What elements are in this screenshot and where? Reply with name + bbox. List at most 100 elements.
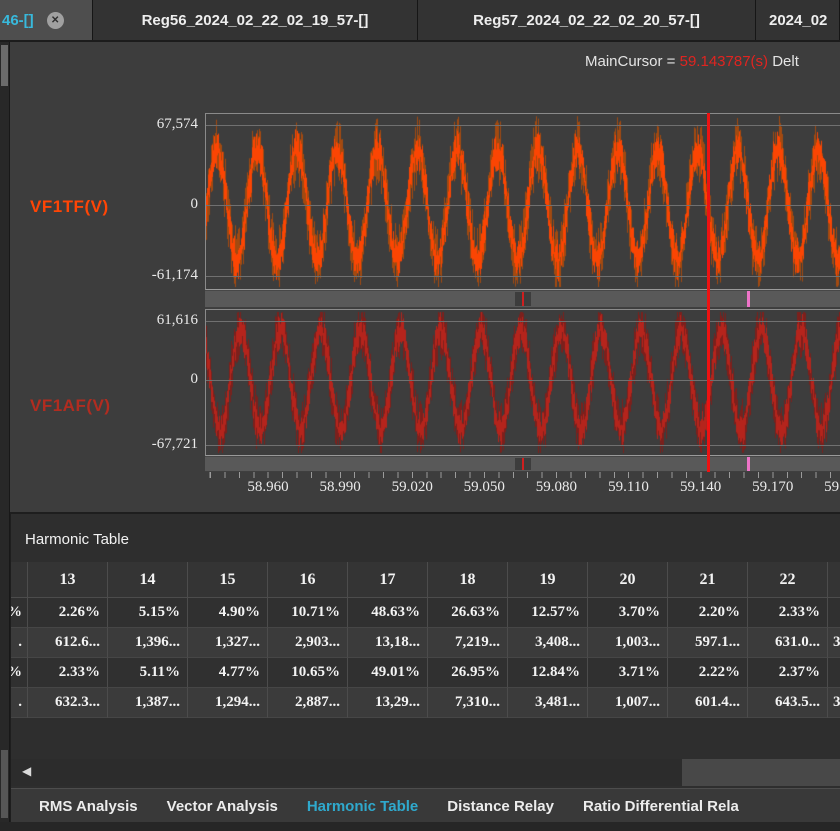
- file-tab-2[interactable]: Reg56_2024_02_22_02_19_57-[]: [93, 0, 418, 40]
- y-axis-label: 0: [118, 371, 198, 388]
- table-cell[interactable]: 12.57%: [508, 598, 588, 628]
- main-cursor-line[interactable]: [707, 113, 710, 472]
- table-cell-clipped[interactable]: %: [11, 598, 28, 628]
- table-cell[interactable]: 1,396...: [108, 628, 188, 658]
- file-tab-1[interactable]: 46-[]✕: [0, 0, 93, 40]
- table-header-cell[interactable]: 22: [748, 562, 828, 598]
- table-cell-clipped[interactable]: .: [11, 628, 28, 658]
- table-cell[interactable]: 2.37%: [748, 658, 828, 688]
- table-cell-clipped[interactable]: 3: [828, 688, 840, 718]
- cursor-readout-value: 59.143787(s): [680, 53, 768, 70]
- table-cell[interactable]: 26.95%: [428, 658, 508, 688]
- scroll-left-arrow-icon[interactable]: ◀: [22, 764, 31, 778]
- table-cell-clipped[interactable]: 3: [828, 628, 840, 658]
- table-cell[interactable]: 1,007...: [588, 688, 668, 718]
- table-cell[interactable]: 4.77%: [188, 658, 268, 688]
- harmonic-table-panel: Harmonic Table 13141516171819202122%2.26…: [10, 512, 840, 831]
- table-cell-clipped[interactable]: .: [11, 688, 28, 718]
- x-axis-tick-label: 58.960: [247, 479, 288, 496]
- table-cell[interactable]: 601.4...: [668, 688, 748, 718]
- table-cell[interactable]: 3,408...: [508, 628, 588, 658]
- table-cell[interactable]: 2.33%: [748, 598, 828, 628]
- table-cell[interactable]: 631.0...: [748, 628, 828, 658]
- table-cell[interactable]: 1,387...: [108, 688, 188, 718]
- table-cell[interactable]: 26.63%: [428, 598, 508, 628]
- table-header-cell[interactable]: 17: [348, 562, 428, 598]
- table-cell-clipped[interactable]: [828, 562, 840, 598]
- analysis-tab-harmonic-table[interactable]: Harmonic Table: [307, 798, 418, 815]
- table-cell[interactable]: 1,003...: [588, 628, 668, 658]
- analysis-tab-rms-analysis[interactable]: RMS Analysis: [39, 798, 138, 815]
- table-cell-clipped[interactable]: [828, 658, 840, 688]
- table-cell[interactable]: 7,310...: [428, 688, 508, 718]
- table-header-cell[interactable]: 15: [188, 562, 268, 598]
- x-axis-tick-label: 59.200: [824, 479, 840, 496]
- table-header-cell[interactable]: 13: [28, 562, 108, 598]
- table-header-cell[interactable]: 21: [668, 562, 748, 598]
- table-header-cell[interactable]: 14: [108, 562, 188, 598]
- table-header-cell[interactable]: 16: [268, 562, 348, 598]
- table-header-cell[interactable]: 20: [588, 562, 668, 598]
- y-axis-label: -61,174: [118, 267, 198, 284]
- table-cell[interactable]: 2,887...: [268, 688, 348, 718]
- file-tab-3[interactable]: Reg57_2024_02_22_02_20_57-[]: [418, 0, 756, 40]
- app-window: 46-[]✕Reg56_2024_02_22_02_19_57-[]Reg57_…: [0, 0, 840, 831]
- y-axis-label: -67,721: [118, 436, 198, 453]
- table-row: .632.3...1,387...1,294...2,887...13,29..…: [11, 688, 840, 718]
- table-cell[interactable]: 5.15%: [108, 598, 188, 628]
- table-cell[interactable]: 1,327...: [188, 628, 268, 658]
- table-cell[interactable]: 597.1...: [668, 628, 748, 658]
- analysis-tab-distance-relay[interactable]: Distance Relay: [447, 798, 554, 815]
- gridline: [206, 445, 840, 446]
- table-cell[interactable]: 2.20%: [668, 598, 748, 628]
- pink-marker[interactable]: [747, 457, 750, 471]
- table-cell[interactable]: 2,903...: [268, 628, 348, 658]
- file-tab-label: 2024_02: [769, 12, 827, 29]
- table-cell[interactable]: 13,29...: [348, 688, 428, 718]
- table-cell[interactable]: 4.90%: [188, 598, 268, 628]
- table-cell[interactable]: 1,294...: [188, 688, 268, 718]
- y-axis-label: 61,616: [118, 312, 198, 329]
- vertical-scrollbar-thumb[interactable]: [1, 45, 8, 86]
- table-cell[interactable]: 612.6...: [28, 628, 108, 658]
- table-header-cell[interactable]: 18: [428, 562, 508, 598]
- gridline: [206, 276, 840, 277]
- table-cell[interactable]: 12.84%: [508, 658, 588, 688]
- file-tab-4[interactable]: 2024_02: [756, 0, 840, 40]
- vertical-scrollbar[interactable]: [0, 42, 10, 831]
- x-axis-tick-label: 59.110: [608, 479, 649, 496]
- pink-marker[interactable]: [747, 291, 750, 307]
- table-cell[interactable]: 2.33%: [28, 658, 108, 688]
- table-header-cell[interactable]: 19: [508, 562, 588, 598]
- table-cell[interactable]: 10.71%: [268, 598, 348, 628]
- table-cell[interactable]: 10.65%: [268, 658, 348, 688]
- analysis-tab-ratio-differential-rela[interactable]: Ratio Differential Rela: [583, 798, 739, 815]
- table-cell[interactable]: 7,219...: [428, 628, 508, 658]
- table-cell[interactable]: 643.5...: [748, 688, 828, 718]
- table-cell[interactable]: 2.22%: [668, 658, 748, 688]
- overview-strip-2[interactable]: [205, 456, 840, 472]
- table-cell[interactable]: 13,18...: [348, 628, 428, 658]
- waveform-chart-vf1af[interactable]: [205, 309, 840, 456]
- table-cell[interactable]: 49.01%: [348, 658, 428, 688]
- table-cell[interactable]: 3,481...: [508, 688, 588, 718]
- analysis-tab-vector-analysis[interactable]: Vector Analysis: [167, 798, 278, 815]
- range-thumb-tick: [522, 292, 524, 306]
- close-tab-icon[interactable]: ✕: [47, 12, 64, 29]
- overview-strip-1[interactable]: [205, 290, 840, 308]
- table-cell-clipped[interactable]: %: [11, 658, 28, 688]
- table-cell[interactable]: 2.26%: [28, 598, 108, 628]
- channel-label-vf1af: VF1AF(V): [30, 396, 111, 416]
- table-cell[interactable]: 48.63%: [348, 598, 428, 628]
- cursor-readout-label: MainCursor =: [585, 53, 680, 70]
- table-cell[interactable]: 3.71%: [588, 658, 668, 688]
- table-cell[interactable]: 632.3...: [28, 688, 108, 718]
- waveform-chart-vf1tf[interactable]: [205, 113, 840, 290]
- table-cell[interactable]: 3.70%: [588, 598, 668, 628]
- table-cell[interactable]: 5.11%: [108, 658, 188, 688]
- table-cell-clipped[interactable]: [828, 598, 840, 628]
- horizontal-scrollbar-thumb[interactable]: [682, 759, 840, 786]
- range-thumb-tick: [522, 458, 524, 470]
- table-cell-clipped[interactable]: [11, 562, 28, 598]
- vertical-scrollbar-thumb-lower[interactable]: [1, 750, 8, 818]
